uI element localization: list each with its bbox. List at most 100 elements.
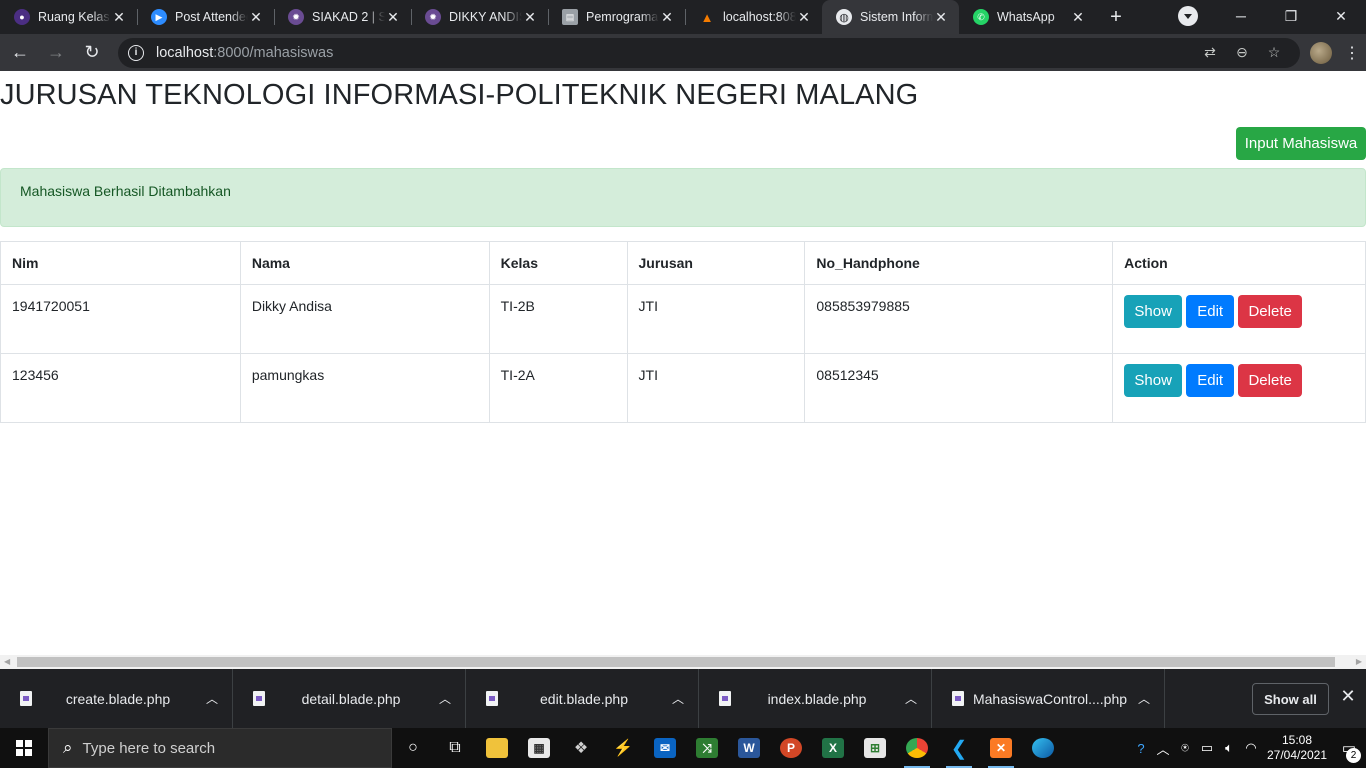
file-icon — [486, 691, 498, 706]
browser-tab-strip: ● Ruang Kelas - Google ✕ ▶ Post Attendee… — [0, 0, 1366, 34]
chevron-up-icon[interactable]: ︿ — [437, 690, 453, 707]
tab-dikky-andisa[interactable]: ✹ DIKKY ANDISA ✕ — [411, 0, 548, 34]
tab-sistem-informasi[interactable]: ◍ Sistem Informasi ✕ — [822, 0, 959, 34]
close-icon[interactable]: ✕ — [111, 9, 127, 26]
download-filename: edit.blade.php — [540, 690, 628, 707]
download-item[interactable]: MahasiswaControl....php ︿ — [932, 669, 1165, 728]
close-icon[interactable]: ✕ — [796, 9, 812, 26]
cortana-icon[interactable]: ○ — [392, 728, 434, 768]
taskbar-search-box[interactable]: ⌕ Type here to search — [48, 728, 392, 768]
tab-title: Pemrograman Web — [586, 10, 659, 24]
polinema-icon: ✹ — [425, 9, 441, 25]
edge-icon[interactable] — [1022, 728, 1064, 768]
show-button[interactable]: Show — [1124, 295, 1183, 328]
task-view-icon[interactable]: ⧉ — [434, 728, 476, 768]
close-download-shelf-icon[interactable]: ✕ — [1338, 686, 1358, 707]
address-bar[interactable]: i localhost:8000/mahasiswas ⇄ ⊖ ☆ — [118, 37, 1300, 68]
cell-no-handphone: 08512345 — [804, 353, 1114, 423]
xampp-icon[interactable]: ✕ — [980, 728, 1022, 768]
tab-pemrograman[interactable]: ▤ Pemrograman Web ✕ — [548, 0, 685, 34]
tab-title: Post Attendee - Zoom — [175, 10, 248, 24]
scroll-left-icon[interactable]: ◀ — [4, 657, 10, 666]
new-tab-button[interactable]: + — [1102, 3, 1130, 31]
device-icon[interactable]: ⍟ — [1174, 740, 1196, 756]
download-filename: MahasiswaControl....php — [972, 690, 1128, 707]
chevron-up-icon[interactable]: ︿ — [1136, 690, 1152, 707]
battery-icon[interactable]: ▭ — [1196, 740, 1218, 756]
mahasiswa-table: Nim Nama Kelas Jurusan No_Handphone Acti… — [0, 241, 1366, 423]
file-icon — [719, 691, 731, 706]
chevron-up-icon[interactable]: ︿ — [204, 690, 220, 707]
download-item[interactable]: detail.blade.php ︿ — [233, 669, 466, 728]
cell-kelas: TI-2A — [488, 353, 628, 423]
download-filename: create.blade.php — [65, 690, 171, 707]
scrollbar-thumb[interactable] — [17, 657, 1335, 667]
kebab-menu-icon[interactable]: ⋮ — [1340, 43, 1364, 63]
dropbox-icon[interactable]: ❖ — [560, 728, 602, 768]
close-icon[interactable]: ✕ — [385, 9, 401, 26]
chevron-up-icon[interactable]: ︿ — [903, 690, 919, 707]
tab-siakad[interactable]: ✹ SIAKAD 2 | Sistem ✕ — [274, 0, 411, 34]
forward-icon[interactable]: → — [40, 37, 72, 69]
chevron-up-icon[interactable]: ︿ — [1152, 739, 1174, 758]
show-all-downloads-button[interactable]: Show all — [1252, 683, 1329, 715]
tab-ruang-kelas[interactable]: ● Ruang Kelas - Google ✕ — [0, 0, 137, 34]
notification-center-icon[interactable]: ▭ 2 — [1332, 739, 1366, 763]
system-clock[interactable]: 15:08 27/04/2021 — [1262, 733, 1332, 763]
chrome-icon[interactable] — [896, 728, 938, 768]
tab-title: localhost:8080 — [723, 10, 796, 24]
volume-icon[interactable]: 🔈︎ — [1218, 740, 1240, 756]
close-icon[interactable]: ✕ — [1070, 9, 1086, 26]
chevron-up-icon[interactable]: ︿ — [670, 690, 686, 707]
vscode-icon[interactable]: ❮ — [938, 728, 980, 768]
close-icon[interactable]: ✕ — [522, 9, 538, 26]
translate-icon[interactable]: ⇄ — [1194, 44, 1226, 61]
polinema-icon: ✹ — [288, 9, 304, 25]
file-explorer-icon[interactable] — [476, 728, 518, 768]
minimize-icon[interactable]: ─ — [1216, 0, 1266, 32]
show-button[interactable]: Show — [1124, 364, 1183, 397]
horizontal-scrollbar[interactable]: ◀ ▶ — [0, 655, 1366, 669]
restore-icon[interactable]: ❐ — [1266, 0, 1316, 32]
start-button[interactable] — [0, 728, 48, 768]
visual-studio-icon[interactable]: ⚡ — [602, 728, 644, 768]
edit-button[interactable]: Edit — [1186, 295, 1235, 328]
word-icon[interactable]: W — [728, 728, 770, 768]
close-icon[interactable]: ✕ — [659, 9, 675, 26]
app-icon[interactable]: ⤨ — [686, 728, 728, 768]
excel-icon[interactable]: X — [812, 728, 854, 768]
powerpoint-icon[interactable]: P — [770, 728, 812, 768]
close-icon[interactable]: ✕ — [248, 9, 264, 26]
download-item[interactable]: edit.blade.php ︿ — [466, 669, 699, 728]
tab-title: DIKKY ANDISA — [449, 10, 522, 24]
reload-icon[interactable]: ↻ — [76, 37, 108, 69]
edit-button[interactable]: Edit — [1186, 364, 1235, 397]
delete-button[interactable]: Delete — [1238, 295, 1303, 328]
input-mahasiswa-button[interactable]: Input Mahasiswa — [1236, 127, 1366, 160]
download-item[interactable]: index.blade.php ︿ — [699, 669, 932, 728]
column-header-jurusan: Jurusan — [626, 241, 806, 285]
tab-whatsapp[interactable]: ✆ WhatsApp ✕ — [959, 0, 1096, 34]
cell-nama: Dikky Andisa — [239, 284, 490, 354]
delete-button[interactable]: Delete — [1238, 364, 1303, 397]
profile-avatar[interactable] — [1310, 41, 1332, 64]
zoom-icon[interactable]: ⊖ — [1226, 44, 1258, 61]
spreadsheet-app-icon[interactable]: ⊞ — [854, 728, 896, 768]
bookmark-star-icon[interactable]: ☆ — [1258, 44, 1290, 61]
cell-actions: Show Edit Delete — [1112, 284, 1366, 354]
close-icon[interactable]: ✕ — [933, 9, 949, 26]
file-icon — [253, 691, 265, 706]
download-item[interactable]: create.blade.php ︿ — [0, 669, 233, 728]
tab-search-icon[interactable] — [1178, 6, 1198, 26]
tab-post-attendee[interactable]: ▶ Post Attendee - Zoom ✕ — [137, 0, 274, 34]
help-icon[interactable]: ? — [1130, 741, 1152, 756]
store-icon[interactable]: ▦ — [518, 728, 560, 768]
mail-icon[interactable]: ✉ — [644, 728, 686, 768]
tab-localhost-8080[interactable]: ▲ localhost:8080 ✕ — [685, 0, 822, 34]
scroll-right-icon[interactable]: ▶ — [1356, 657, 1362, 666]
wifi-icon[interactable]: ◠ — [1240, 740, 1262, 756]
back-icon[interactable]: ← — [4, 37, 36, 69]
whatsapp-icon: ✆ — [973, 9, 989, 25]
window-close-icon[interactable]: ✕ — [1316, 0, 1366, 32]
site-info-icon[interactable]: i — [128, 44, 144, 61]
